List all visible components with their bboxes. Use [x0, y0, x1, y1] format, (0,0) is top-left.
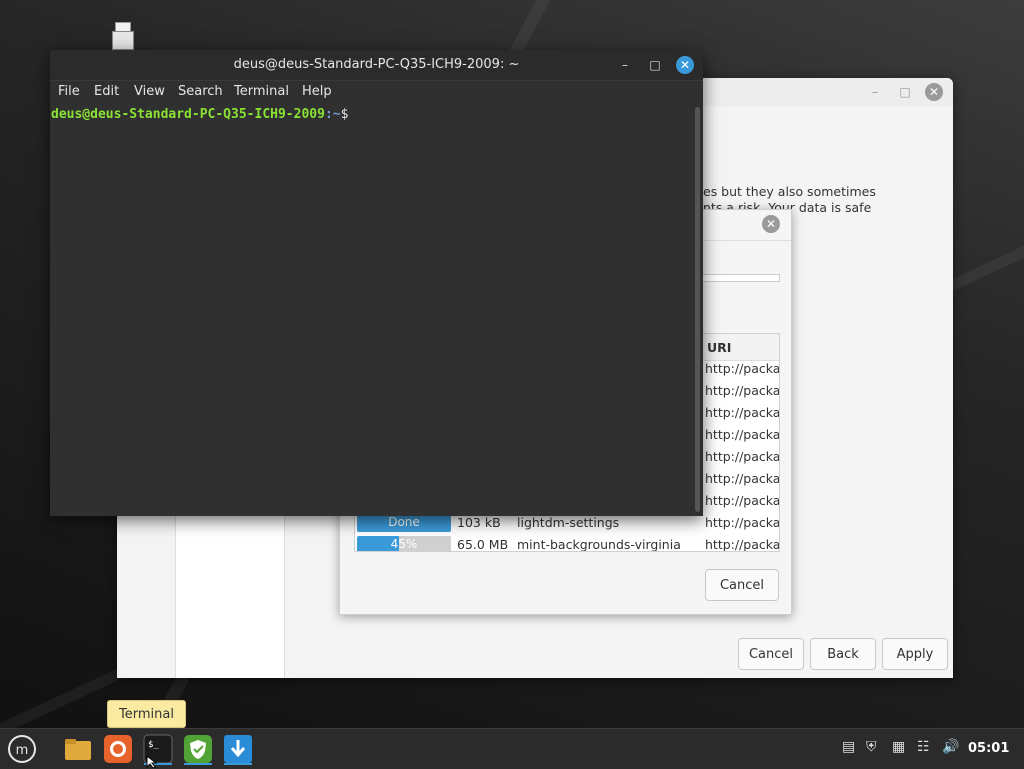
terminal-tooltip: Terminal	[107, 700, 186, 728]
apply-button[interactable]: Apply	[882, 638, 948, 670]
update-tray-icon[interactable]: ▦	[892, 739, 905, 755]
shell-prompt: deus@deus-Standard-PC-Q35-ICH9-2009:~$	[51, 107, 348, 122]
download-uri: http://packa	[705, 493, 780, 508]
minimize-icon[interactable]: –	[616, 56, 634, 74]
download-uri: http://packa	[705, 383, 780, 398]
menu-view[interactable]: View	[134, 84, 165, 99]
usb-drive-icon[interactable]	[111, 22, 134, 50]
download-row: 45% 65.0 MB mint-backgrounds-virginia http:…	[355, 534, 780, 552]
terminal-title: deus@deus-Standard-PC-Q35-ICH9-2009: ~	[233, 57, 520, 72]
info-text-line1: es but they also sometimes	[703, 184, 876, 199]
download-uri: http://packa	[705, 449, 780, 464]
menu-edit[interactable]: Edit	[94, 84, 119, 99]
close-icon[interactable]: ✕	[925, 83, 943, 101]
menu-terminal[interactable]: Terminal	[234, 84, 289, 99]
download-uri: http://packa	[705, 471, 780, 486]
download-status: 45%	[390, 537, 418, 551]
download-name: mint-backgrounds-virginia	[517, 537, 681, 552]
download-name: lightdm-settings	[517, 515, 620, 530]
volume-icon[interactable]: 🔊	[942, 739, 959, 755]
download-uri: http://packa	[705, 427, 780, 442]
mouse-cursor-icon	[146, 756, 158, 768]
side-pane	[175, 508, 285, 678]
prompt-user: deus@deus-Standard-PC-Q35-ICH9-2009	[51, 107, 325, 122]
minimize-icon[interactable]: –	[867, 84, 883, 100]
overall-progress-bar	[700, 274, 780, 282]
active-indicator	[184, 763, 212, 765]
clipboard-icon[interactable]: ▤	[842, 739, 855, 755]
menu-file[interactable]: File	[58, 84, 80, 99]
clock[interactable]: 05:01	[968, 741, 1009, 756]
maximize-icon[interactable]: □	[897, 84, 913, 100]
svg-text:m: m	[16, 743, 29, 758]
terminal-content[interactable]: deus@deus-Standard-PC-Q35-ICH9-2009:~$	[50, 105, 695, 516]
download-uri: http://packa	[705, 537, 780, 552]
terminal-menubar: File Edit View Search Terminal Help	[50, 81, 703, 105]
prompt-path: :~	[324, 107, 341, 122]
terminal-scrollbar[interactable]	[695, 107, 700, 512]
terminal-window: deus@deus-Standard-PC-Q35-ICH9-2009: ~ –…	[50, 50, 703, 516]
menu-help[interactable]: Help	[302, 84, 332, 99]
files-icon[interactable]	[62, 733, 94, 765]
prompt-symbol: $	[340, 107, 349, 122]
terminal-titlebar[interactable]: deus@deus-Standard-PC-Q35-ICH9-2009: ~ –…	[50, 50, 703, 81]
svg-text:$_: $_	[148, 740, 159, 750]
firefox-icon[interactable]	[102, 733, 134, 765]
maximize-icon[interactable]: □	[646, 56, 664, 74]
dialog-cancel-button[interactable]: Cancel	[705, 569, 779, 601]
download-uri: http://packa	[705, 405, 780, 420]
back-button[interactable]: Back	[810, 638, 876, 670]
download-status: Done	[388, 515, 420, 529]
download-size: 103 kB	[457, 515, 501, 530]
download-uri: http://packa	[705, 361, 780, 376]
download-progress: 45%	[357, 536, 451, 551]
network-icon[interactable]: ☷	[917, 739, 930, 755]
menu-search[interactable]: Search	[178, 84, 223, 99]
download-progress: Done	[357, 514, 451, 532]
download-size: 65.0 MB	[457, 537, 509, 552]
dialog-close-icon[interactable]: ✕	[762, 215, 780, 233]
download-uri: http://packa	[705, 515, 780, 530]
shield-tray-icon[interactable]: ⛨	[866, 739, 877, 755]
shield-icon[interactable]	[182, 733, 214, 765]
active-indicator	[224, 763, 252, 765]
column-uri: URI	[707, 340, 732, 355]
cancel-button[interactable]: Cancel	[738, 638, 804, 670]
close-icon[interactable]: ✕	[676, 56, 694, 74]
mint-menu-icon[interactable]: m	[6, 733, 38, 765]
update-icon[interactable]	[222, 733, 254, 765]
